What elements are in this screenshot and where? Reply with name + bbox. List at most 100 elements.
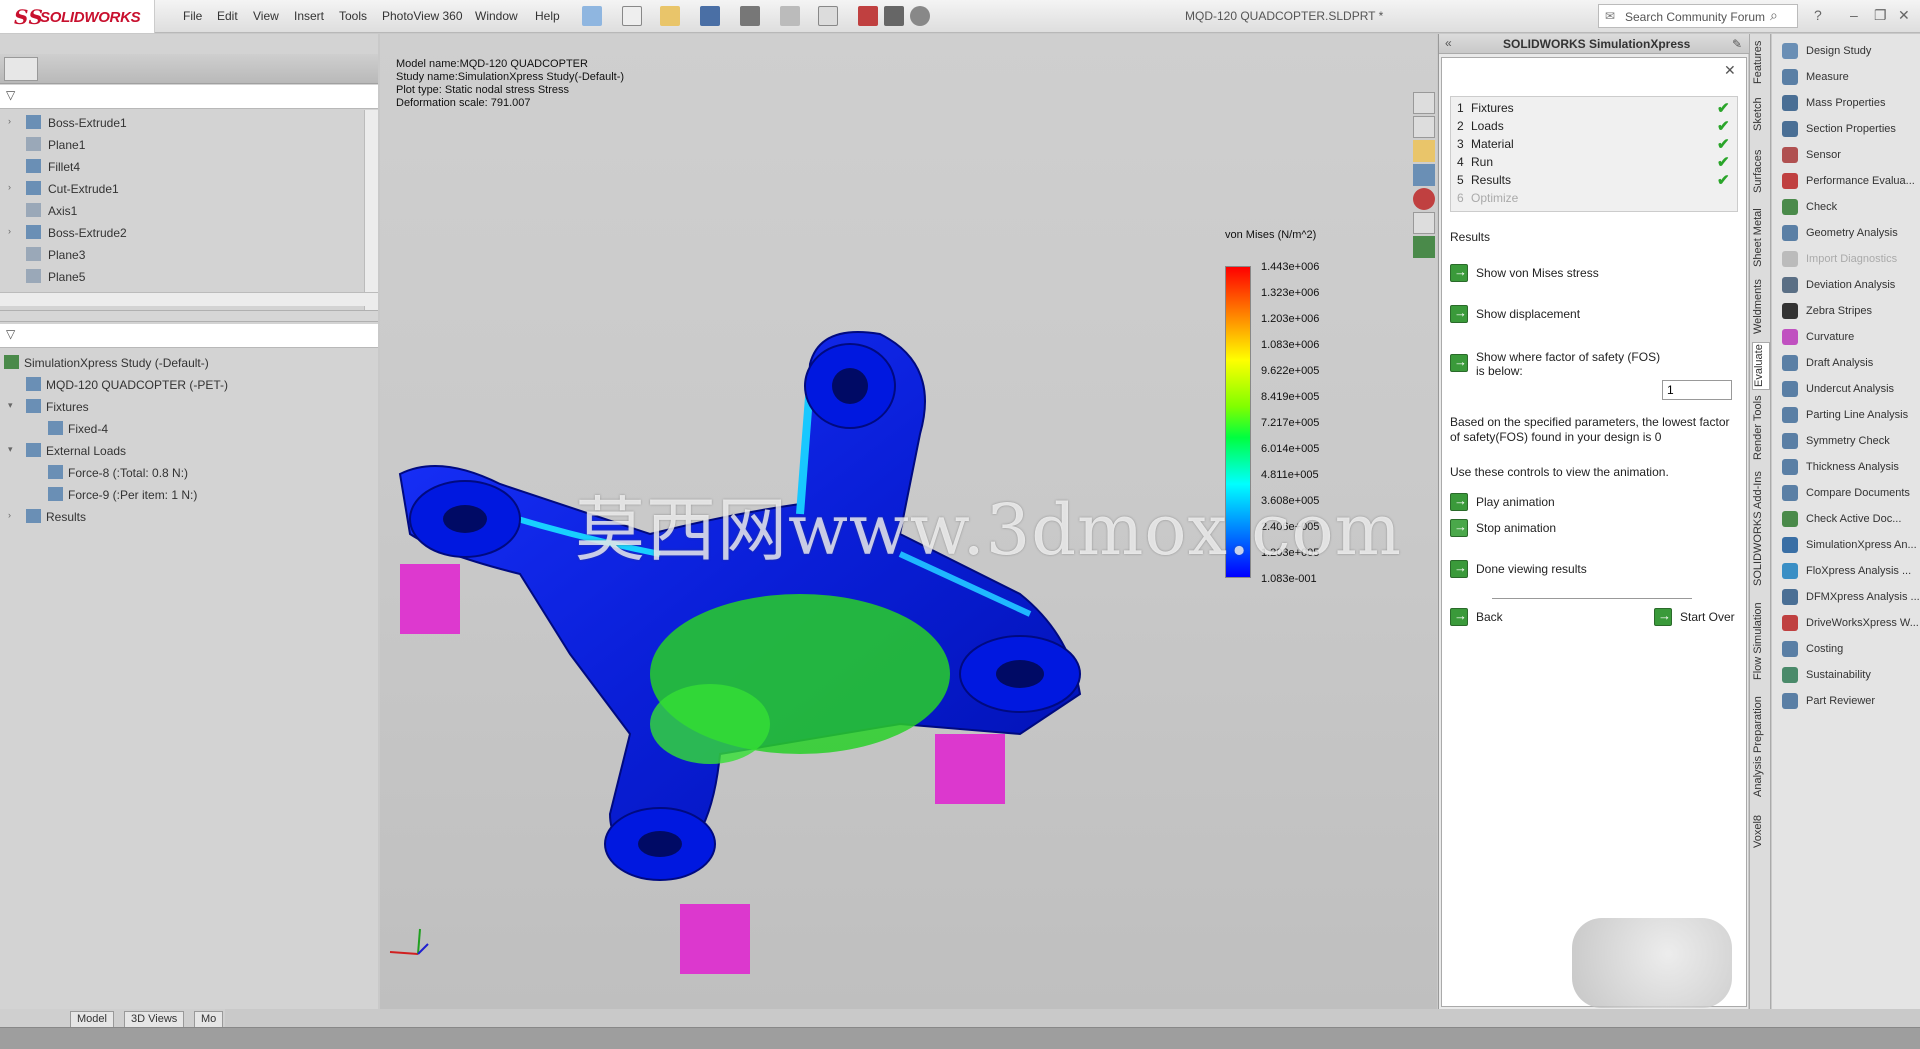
evaluate-command-parting-line-analysis[interactable]: Parting Line Analysis <box>1778 404 1920 426</box>
feature-tree-scrollbar[interactable] <box>364 110 378 320</box>
vertical-tab-voxel8[interactable]: Voxel8 <box>1752 808 1770 854</box>
view-palette-icon[interactable] <box>1413 116 1435 138</box>
undo-icon[interactable] <box>780 6 800 26</box>
feature-tree-item[interactable]: Plane3 <box>0 244 364 264</box>
evaluate-command-dfmxpress-analysis[interactable]: DFMXpress Analysis ... <box>1778 586 1920 608</box>
vertical-tab-surfaces[interactable]: Surfaces <box>1752 142 1770 200</box>
expand-arrow-icon[interactable]: › <box>8 510 11 520</box>
home-icon[interactable] <box>1413 92 1435 114</box>
display-manager-tab[interactable] <box>162 57 196 81</box>
feature-tree-item[interactable]: Plane1 <box>0 134 364 154</box>
expand-arrow-icon[interactable]: › <box>8 116 11 126</box>
list-icon[interactable] <box>1413 212 1435 234</box>
feature-tree-item[interactable]: › Boss-Extrude1 <box>0 112 364 132</box>
feature-tree-item[interactable]: Fillet4 <box>0 156 364 176</box>
panel-splitter[interactable] <box>0 310 378 322</box>
step-results[interactable]: Results <box>1471 173 1511 187</box>
feature-manager-tab[interactable] <box>4 57 38 81</box>
solidworks-logo[interactable]: ЅS SOLIDWORKS <box>0 0 155 33</box>
new-document-icon[interactable] <box>622 6 642 26</box>
evaluate-command-check[interactable]: Check <box>1778 196 1920 218</box>
tab-3d-views[interactable]: 3D Views <box>124 1011 185 1027</box>
filter-icon[interactable]: ▽ <box>6 327 15 341</box>
step-optimize[interactable]: Optimize <box>1471 191 1518 205</box>
study-tree-item[interactable]: Fixed-4 <box>0 418 370 438</box>
display-icon[interactable] <box>1413 164 1435 186</box>
feature-tree-item[interactable]: Axis1 <box>0 200 364 220</box>
save-icon[interactable] <box>700 6 720 26</box>
menu-file[interactable]: File <box>183 9 202 23</box>
expand-arrow-icon[interactable]: ▾ <box>8 444 13 455</box>
restore-icon[interactable]: ❐ <box>1874 7 1887 24</box>
evaluate-command-thickness-analysis[interactable]: Thickness Analysis <box>1778 456 1920 478</box>
evaluate-command-costing[interactable]: Costing <box>1778 638 1920 660</box>
evaluate-command-compare-documents[interactable]: Compare Documents <box>1778 482 1920 504</box>
pin-icon[interactable] <box>582 6 602 26</box>
help-icon[interactable]: ? <box>1814 7 1822 23</box>
open-folder-icon[interactable] <box>660 6 680 26</box>
expand-arrow-icon[interactable]: › <box>8 226 11 236</box>
close-icon[interactable]: ✕ <box>1898 7 1910 24</box>
expand-arrow-icon[interactable]: ▾ <box>8 400 13 411</box>
study-tree-item[interactable]: ▾ External Loads <box>0 440 370 460</box>
fos-threshold-input[interactable] <box>1662 380 1732 400</box>
custom-properties-icon[interactable] <box>1413 236 1435 258</box>
evaluate-command-sustainability[interactable]: Sustainability <box>1778 664 1920 686</box>
print-icon[interactable] <box>740 6 760 26</box>
evaluate-command-design-study[interactable]: Design Study <box>1778 40 1920 62</box>
feature-tree-item[interactable]: › Boss-Extrude2 <box>0 222 364 242</box>
rebuild-icon[interactable] <box>858 6 878 26</box>
feature-filter-bar[interactable]: ▽ <box>0 85 378 109</box>
vertical-tab-render-tools[interactable]: Render Tools <box>1752 394 1770 462</box>
evaluate-command-draft-analysis[interactable]: Draft Analysis <box>1778 352 1920 374</box>
evaluate-command-deviation-analysis[interactable]: Deviation Analysis <box>1778 274 1920 296</box>
tab-model[interactable]: Model <box>70 1011 114 1027</box>
evaluate-command-driveworksxpress-w[interactable]: DriveWorksXpress W... <box>1778 612 1920 634</box>
feature-tree-hscrollbar[interactable] <box>0 292 378 306</box>
filter-icon[interactable]: ▽ <box>6 88 15 102</box>
vertical-tab-sketch[interactable]: Sketch <box>1752 90 1770 138</box>
evaluate-command-mass-properties[interactable]: Mass Properties <box>1778 92 1920 114</box>
menu-photoview[interactable]: PhotoView 360 <box>382 9 463 23</box>
vertical-tab-features[interactable]: Features <box>1752 38 1770 86</box>
file-properties-icon[interactable] <box>884 6 904 26</box>
evaluate-command-floxpress-analysis[interactable]: FloXpress Analysis ... <box>1778 560 1920 582</box>
study-tree-item[interactable]: Force-9 (:Per item: 1 N:) <box>0 484 370 504</box>
evaluate-command-curvature[interactable]: Curvature <box>1778 326 1920 348</box>
menu-view[interactable]: View <box>253 9 279 23</box>
vertical-tab-sheet-metal[interactable]: Sheet Metal <box>1752 204 1770 272</box>
step-run[interactable]: Run <box>1471 155 1493 169</box>
menu-window[interactable]: Window <box>475 9 518 23</box>
evaluate-command-part-reviewer[interactable]: Part Reviewer <box>1778 690 1920 712</box>
evaluate-command-geometry-analysis[interactable]: Geometry Analysis <box>1778 222 1920 244</box>
evaluate-command-measure[interactable]: Measure <box>1778 66 1920 88</box>
expand-arrow-icon[interactable]: › <box>8 182 11 192</box>
minimize-icon[interactable]: – <box>1850 7 1858 23</box>
graphics-area[interactable]: Model name:MQD-120 QUADCOPTER Study name… <box>380 34 1437 1009</box>
evaluate-command-zebra-stripes[interactable]: Zebra Stripes <box>1778 300 1920 322</box>
dimxpert-tab[interactable] <box>122 57 156 81</box>
search-community-field[interactable]: ✉ Search Community Forum <box>1598 4 1798 28</box>
study-tree-item[interactable]: Force-8 (:Total: 0.8 N:) <box>0 462 370 482</box>
study-tree-item[interactable]: MQD-120 QUADCOPTER (-PET-) <box>0 374 370 394</box>
pin-icon[interactable]: ✎ <box>1732 37 1742 51</box>
evaluate-command-simulationxpress-an[interactable]: SimulationXpress An... <box>1778 534 1920 556</box>
evaluate-command-symmetry-check[interactable]: Symmetry Check <box>1778 430 1920 452</box>
evaluate-command-section-properties[interactable]: Section Properties <box>1778 118 1920 140</box>
feature-tree-item[interactable]: Plane5 <box>0 266 364 286</box>
evaluate-command-undercut-analysis[interactable]: Undercut Analysis <box>1778 378 1920 400</box>
select-cursor-icon[interactable] <box>818 6 838 26</box>
vertical-tab-analysis-preparation[interactable]: Analysis Preparation <box>1752 690 1770 804</box>
show-fos-button[interactable]: Show where factor of safety (FOS) is bel… <box>1450 348 1670 382</box>
feature-tree-item[interactable]: › Cut-Extrude1 <box>0 178 364 198</box>
close-icon[interactable]: ✕ <box>1724 62 1736 79</box>
options-gear-icon[interactable] <box>910 6 930 26</box>
configuration-manager-tab[interactable] <box>82 57 116 81</box>
property-manager-tab[interactable] <box>42 57 76 81</box>
menu-tools[interactable]: Tools <box>339 9 367 23</box>
study-filter-bar[interactable]: ▽ <box>0 324 378 348</box>
evaluate-command-performance-evalua[interactable]: Performance Evalua... <box>1778 170 1920 192</box>
vertical-tab-solidworks-add-ins[interactable]: SOLIDWORKS Add-Ins <box>1752 466 1770 592</box>
study-tree-item[interactable]: ▾ Fixtures <box>0 396 370 416</box>
appearance-icon[interactable] <box>1413 188 1435 210</box>
